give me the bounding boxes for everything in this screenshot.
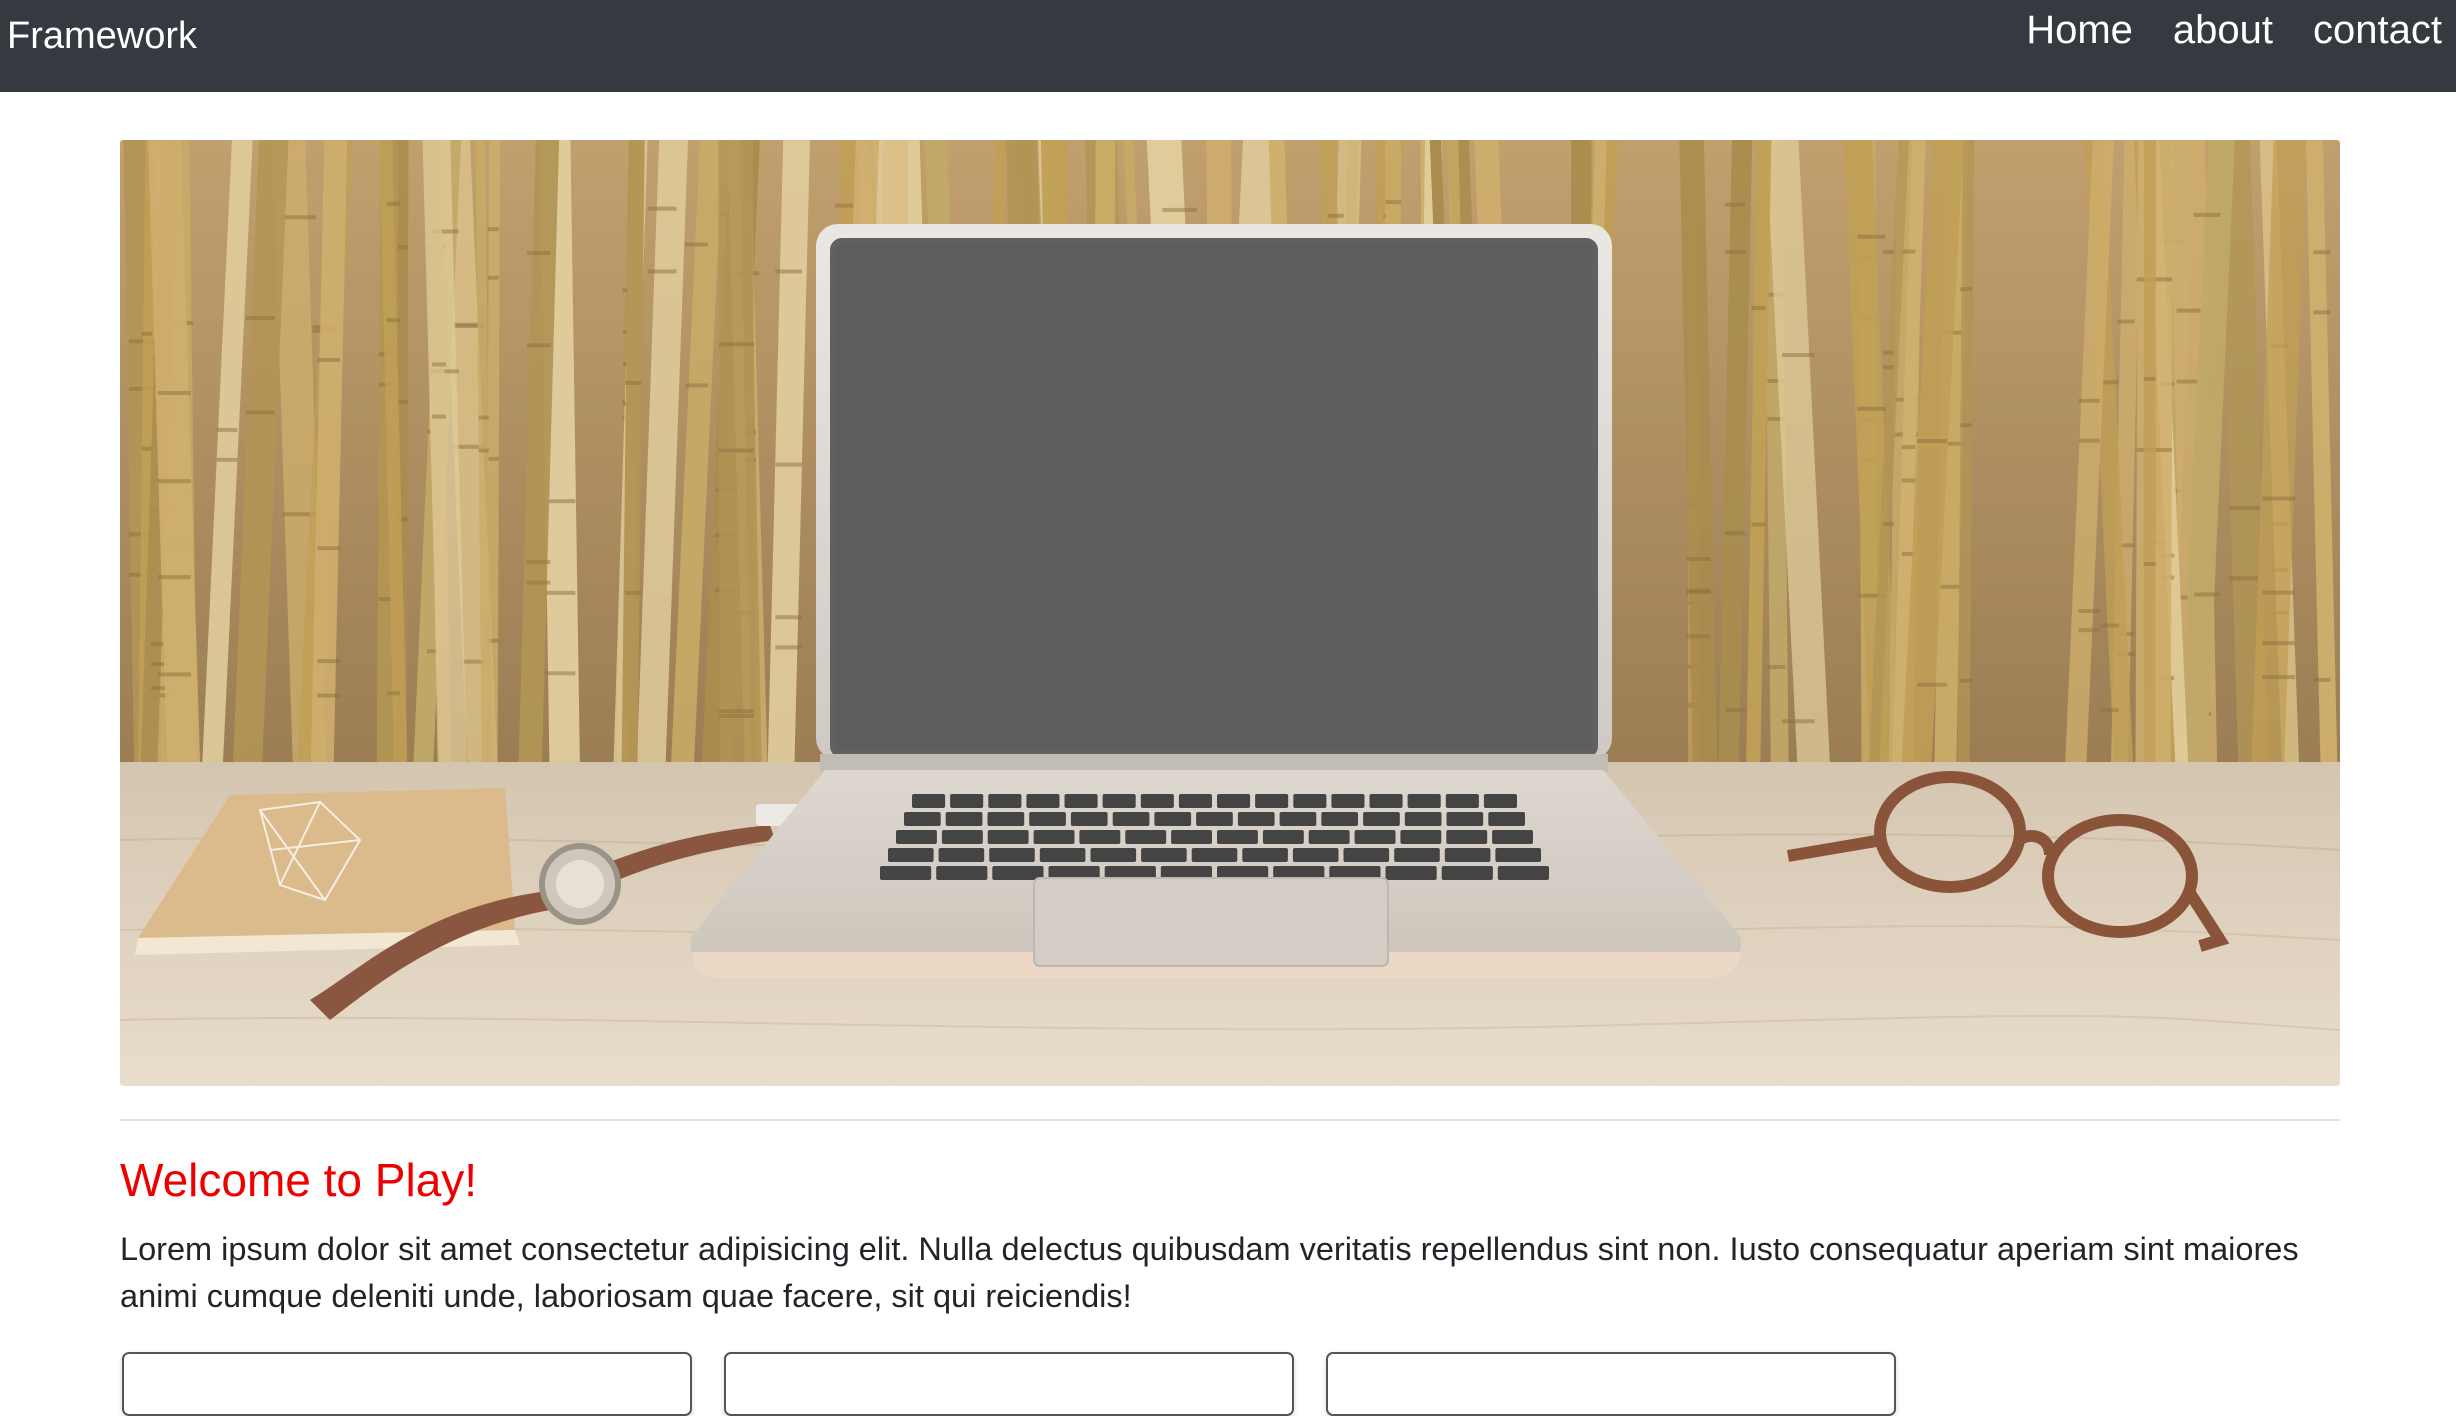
nav-links: Home about contact xyxy=(2026,6,2442,54)
nav-link-about[interactable]: about xyxy=(2173,6,2273,54)
welcome-heading: Welcome to Play! xyxy=(120,1154,478,1206)
hero-image xyxy=(120,140,2340,1086)
card xyxy=(122,1352,692,1416)
intro-paragraph: Lorem ipsum dolor sit amet consectetur a… xyxy=(120,1231,2299,1314)
nav-link-contact[interactable]: contact xyxy=(2313,6,2442,54)
card xyxy=(1326,1352,1896,1416)
section-divider xyxy=(120,1119,2340,1121)
navbar-brand[interactable]: Framework xyxy=(7,14,197,58)
card xyxy=(724,1352,1294,1416)
nav-link-home[interactable]: Home xyxy=(2026,6,2133,54)
navbar: Framework Home about contact xyxy=(0,0,2456,92)
